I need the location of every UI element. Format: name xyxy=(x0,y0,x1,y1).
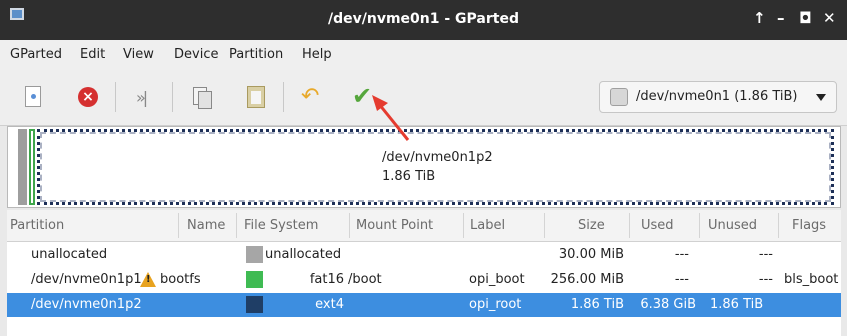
minimize-button[interactable]: – xyxy=(777,10,785,26)
toolbar-separator xyxy=(283,82,284,112)
delete-icon[interactable]: × xyxy=(75,84,101,110)
mount-cell: /boot xyxy=(348,272,382,287)
column-file-system[interactable]: File System xyxy=(244,218,318,233)
graphic-p1-segment[interactable] xyxy=(29,129,35,205)
table-row[interactable]: /dev/nvme0n1p1 bootfs fat16 /boot opi_bo… xyxy=(7,268,841,292)
graphic-p2-segment[interactable] xyxy=(37,129,834,205)
size-cell: 1.86 TiB xyxy=(570,297,624,312)
toolbar-separator xyxy=(115,82,116,112)
unused-cell: --- xyxy=(758,272,773,287)
column-label[interactable]: Label xyxy=(470,218,505,233)
column-unused[interactable]: Unused xyxy=(708,218,757,233)
graphic-partition-name: /dev/nvme0n1p2 xyxy=(382,150,493,165)
close-button[interactable]: ✕ xyxy=(823,10,836,26)
window-title: /dev/nvme0n1 - GParted xyxy=(328,11,519,27)
graphic-partition-size: 1.86 TiB xyxy=(382,169,436,184)
menu-device[interactable]: Device xyxy=(174,47,218,62)
column-used[interactable]: Used xyxy=(641,218,674,233)
keep-above-button[interactable]: ↑ xyxy=(753,10,766,26)
device-selector[interactable]: /dev/nvme0n1 (1.86 TiB) xyxy=(599,81,837,113)
partition-cell: /dev/nvme0n1p1 xyxy=(31,272,142,287)
size-cell: 256.00 MiB xyxy=(550,272,624,287)
menu-view[interactable]: View xyxy=(123,47,154,62)
column-divider[interactable] xyxy=(178,213,179,238)
unused-cell: 1.86 TiB xyxy=(710,297,764,312)
partition-cell: /dev/nvme0n1p2 xyxy=(31,297,142,312)
disk-icon xyxy=(610,88,628,106)
graphic-unallocated-segment[interactable] xyxy=(18,129,27,205)
used-cell: --- xyxy=(674,272,689,287)
new-partition-icon[interactable] xyxy=(20,84,46,110)
fs-color-swatch xyxy=(246,246,263,263)
used-cell: 6.38 GiB xyxy=(640,297,696,312)
menu-gparted[interactable]: GParted xyxy=(10,47,62,62)
column-divider[interactable] xyxy=(463,213,464,238)
menu-edit[interactable]: Edit xyxy=(80,47,105,62)
flags-cell: bls_boot xyxy=(784,272,839,287)
disk-graphic xyxy=(7,126,841,208)
size-cell: 30.00 MiB xyxy=(558,247,624,262)
column-partition[interactable]: Partition xyxy=(10,218,64,233)
chevron-down-icon xyxy=(816,94,826,101)
fs-cell: unallocated xyxy=(265,247,342,262)
undo-icon[interactable]: ↶ xyxy=(300,84,326,110)
used-cell: --- xyxy=(674,247,689,262)
unused-cell: --- xyxy=(758,247,773,262)
fs-cell: fat16 xyxy=(309,272,344,287)
partition-table: Partition Name File System Mount Point L… xyxy=(7,210,841,336)
name-cell: bootfs xyxy=(160,272,201,287)
column-mount-point[interactable]: Mount Point xyxy=(356,218,433,233)
device-selector-label: /dev/nvme0n1 (1.86 TiB) xyxy=(636,89,798,104)
label-cell: opi_root xyxy=(469,297,522,312)
paste-icon[interactable] xyxy=(243,84,269,110)
column-divider[interactable] xyxy=(629,213,630,238)
column-divider[interactable] xyxy=(778,213,779,238)
table-row[interactable]: unallocated unallocated 30.00 MiB --- --… xyxy=(7,243,841,267)
title-bar: /dev/nvme0n1 - GParted ↑ – ◘ ✕ xyxy=(0,0,847,40)
warning-icon xyxy=(140,272,156,287)
column-divider[interactable] xyxy=(349,213,350,238)
copy-icon[interactable] xyxy=(188,84,214,110)
apply-icon[interactable]: ✔ xyxy=(350,82,376,110)
menu-help[interactable]: Help xyxy=(302,47,332,62)
column-name[interactable]: Name xyxy=(187,218,225,233)
column-divider[interactable] xyxy=(544,213,545,238)
toolbar: × »| ↶ ✔ /dev/nvme0n1 (1.86 TiB) xyxy=(0,70,847,126)
table-row-selected[interactable]: /dev/nvme0n1p2 ext4 opi_root 1.86 TiB 6.… xyxy=(7,293,841,317)
fs-cell: ext4 xyxy=(315,297,344,312)
fs-color-swatch xyxy=(246,271,263,288)
label-cell: opi_boot xyxy=(469,272,525,287)
menu-partition[interactable]: Partition xyxy=(229,47,283,62)
table-header: Partition Name File System Mount Point L… xyxy=(7,210,841,242)
resize-move-icon[interactable]: »| xyxy=(133,84,159,110)
maximize-button[interactable]: ◘ xyxy=(799,10,812,26)
partition-cell: unallocated xyxy=(31,247,108,262)
column-divider[interactable] xyxy=(236,213,237,238)
column-size[interactable]: Size xyxy=(578,218,605,233)
menu-bar: GParted Edit View Device Partition Help xyxy=(0,40,847,71)
fs-color-swatch xyxy=(246,296,263,313)
column-flags[interactable]: Flags xyxy=(792,218,826,233)
column-divider[interactable] xyxy=(699,213,700,238)
toolbar-separator xyxy=(172,82,173,112)
